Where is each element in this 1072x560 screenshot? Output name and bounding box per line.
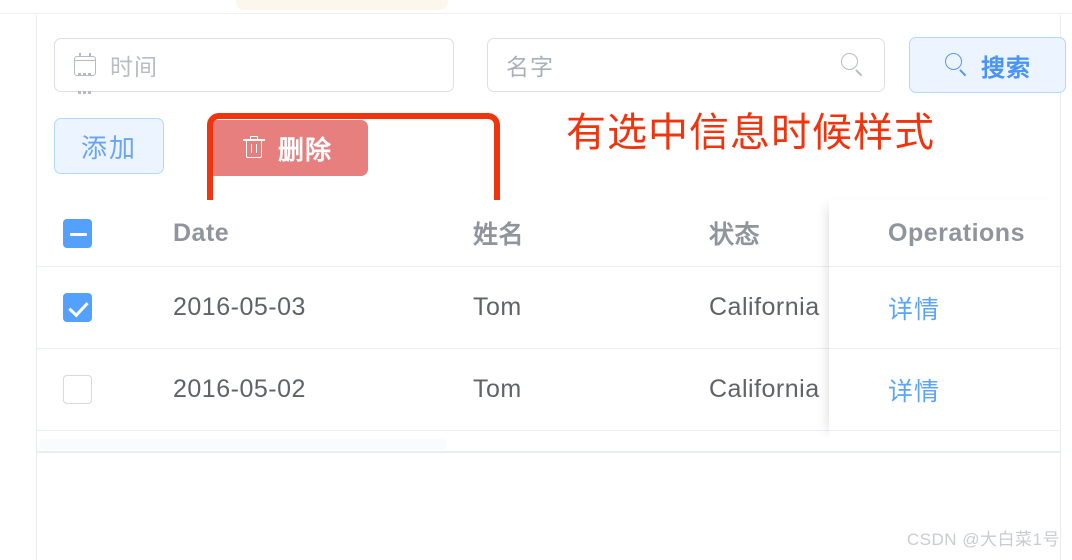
name-filter-placeholder: 名字 (506, 54, 554, 80)
detail-link[interactable]: 详情 (888, 372, 940, 408)
content-panel: 时间 名字 搜索 添加 删除 Date 姓名 状态 2016-05-03 Tom… (36, 15, 1066, 560)
header-cell-date: Date (173, 200, 433, 266)
row-checkbox[interactable] (63, 375, 92, 404)
header-select-all-cell (63, 200, 123, 266)
row-value-date: 2016-05-03 (173, 293, 306, 321)
fixed-operations-column: Operations 详情 详情 (829, 200, 1060, 438)
row-cell-name: Tom (473, 267, 673, 348)
add-button-label: 添加 (80, 132, 137, 163)
header-label-name: 姓名 (473, 221, 525, 249)
delete-button[interactable]: 删除 (207, 120, 368, 176)
row-value-state: California (709, 375, 820, 403)
search-button[interactable]: 搜索 (909, 37, 1066, 93)
trash-icon (242, 136, 265, 160)
row-value-name: Tom (473, 293, 522, 321)
screenshot-root: 时间 名字 搜索 添加 删除 Date 姓名 状态 2016-05-03 Tom… (0, 0, 1072, 560)
delete-button-label: 删除 (277, 134, 332, 165)
table-bottom-divider (37, 451, 1060, 453)
add-button[interactable]: 添加 (54, 118, 164, 174)
row-select-cell (63, 267, 123, 348)
row-checkbox[interactable] (63, 293, 92, 322)
header-cell-operations: Operations (829, 200, 1060, 267)
date-filter-input[interactable]: 时间 (54, 38, 454, 94)
watermark: CSDN @大白菜1号 (906, 530, 1060, 549)
search-icon (840, 52, 866, 78)
header-cell-name: 姓名 (473, 200, 673, 266)
search-button-label: 搜索 (981, 54, 1031, 82)
search-icon (944, 52, 970, 78)
top-divider-strip (0, 0, 1072, 14)
name-filter-input[interactable]: 名字 (487, 38, 885, 92)
horizontal-scrollbar-thumb[interactable] (39, 439, 447, 450)
calendar-icon (74, 53, 96, 94)
select-all-checkbox[interactable] (63, 218, 92, 248)
row-value-name: Tom (473, 375, 522, 403)
row-value-state: California (709, 293, 820, 321)
annotation-text: 有选中信息时候样式 (566, 111, 935, 155)
row-value-date: 2016-05-02 (173, 375, 306, 403)
header-label-operations: Operations (888, 218, 1025, 247)
header-label-date: Date (173, 218, 230, 247)
row-cell-date: 2016-05-02 (173, 349, 433, 430)
operations-cell: 详情 (829, 349, 1060, 431)
header-label-state: 状态 (709, 221, 761, 249)
operations-cell: 详情 (829, 267, 1060, 349)
row-cell-date: 2016-05-03 (173, 267, 433, 348)
cut-off-alert-banner (236, 0, 448, 10)
detail-link[interactable]: 详情 (888, 290, 940, 326)
date-filter-placeholder: 时间 (110, 54, 158, 80)
row-select-cell (63, 349, 123, 430)
row-cell-name: Tom (473, 349, 673, 430)
